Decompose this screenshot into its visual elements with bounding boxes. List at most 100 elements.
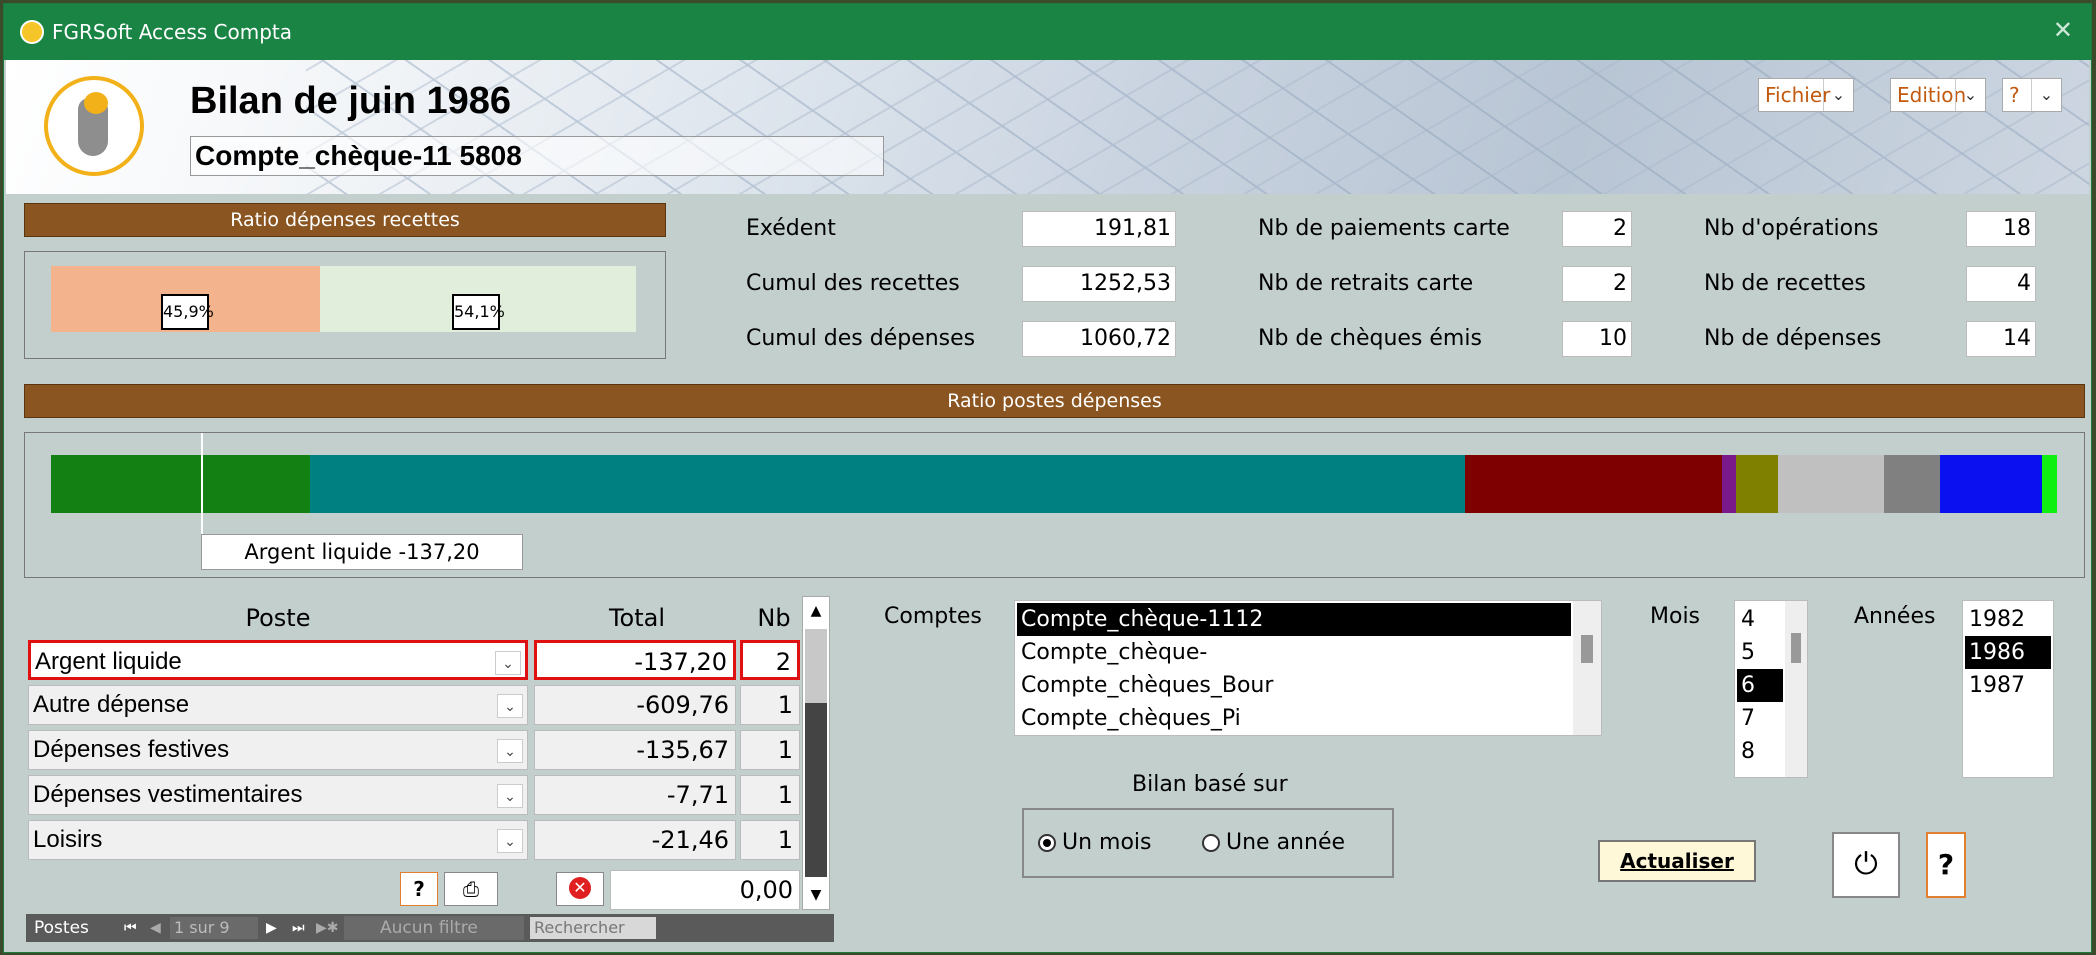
ratio-income-panel: 45,9% 54,1%: [24, 251, 666, 359]
last-record-icon[interactable]: ⏭: [292, 914, 305, 942]
nb-cell: 1: [740, 775, 800, 815]
list-item[interactable]: 1987: [1965, 669, 2051, 702]
card-withdraw-label: Nb de retraits carte: [1258, 271, 1474, 296]
report-header: Bilan de juin 1986 Compte_chèque-11 5808…: [6, 60, 2089, 194]
radio-icon[interactable]: [1202, 834, 1220, 852]
ratio-segment[interactable]: [310, 455, 1465, 513]
close-icon[interactable]: ✕: [2053, 16, 2073, 44]
ratio-segment[interactable]: [1940, 455, 2042, 513]
ratio-segment[interactable]: [1465, 455, 1722, 513]
grid-footer-total: 0,00: [610, 870, 800, 910]
prev-record-icon[interactable]: ◀: [150, 914, 161, 942]
poste-name: Dépenses festives: [33, 736, 230, 763]
card-withdraw-value: 2: [1562, 266, 1632, 302]
ratio-expenses-pct: 45,9%: [161, 294, 214, 330]
filter-indicator[interactable]: Aucun filtre: [344, 916, 524, 940]
search-input[interactable]: Rechercher: [530, 917, 656, 939]
depenses-value: 1060,72: [1022, 321, 1176, 357]
list-item[interactable]: 5: [1737, 636, 1783, 669]
power-icon[interactable]: ⏻: [1832, 832, 1900, 898]
menu-edit[interactable]: Edition ⌄: [1890, 78, 1986, 112]
chevron-down-icon[interactable]: ⌄: [2031, 79, 2061, 111]
nb-cell: 1: [740, 730, 800, 770]
ratio-segment[interactable]: [51, 455, 310, 513]
poste-combo[interactable]: Dépenses vestimentaires ⌄: [28, 775, 528, 815]
list-item[interactable]: 6: [1737, 669, 1783, 702]
clear-filter-icon[interactable]: ✕: [556, 872, 604, 906]
col-header-poste: Poste: [245, 604, 311, 632]
option-year-label: Une année: [1226, 830, 1346, 855]
recettes-label: Cumul des recettes: [746, 271, 960, 296]
menu-file[interactable]: Fichier ⌄: [1758, 78, 1854, 112]
grid-scrollbar[interactable]: ▲ ▼: [802, 596, 830, 910]
poste-combo[interactable]: Autre dépense ⌄: [28, 685, 528, 725]
poste-combo[interactable]: Dépenses festives ⌄: [28, 730, 528, 770]
print-icon[interactable]: ⎙: [444, 872, 498, 906]
window-title: FGRSoft Access Compta: [52, 20, 293, 44]
col-header-nb: Nb: [757, 604, 791, 632]
list-item[interactable]: Compte_chèque-: [1017, 636, 1571, 669]
option-month[interactable]: Un mois: [1038, 830, 1152, 855]
card-pay-label: Nb de paiements carte: [1258, 216, 1510, 241]
ratio-segment[interactable]: [1736, 455, 1778, 513]
comptes-list[interactable]: Compte_chèque-1112 Compte_chèque- Compte_…: [1014, 600, 1602, 736]
ops-value: 18: [1966, 211, 2036, 247]
ratio-segment[interactable]: [1778, 455, 1884, 513]
scroll-up-icon[interactable]: ▲: [803, 597, 829, 625]
account-title: Compte_chèque-11 5808: [190, 136, 884, 176]
menu-help[interactable]: ? ⌄: [2002, 78, 2062, 112]
help-main-button[interactable]: ?: [1926, 832, 1966, 898]
help-button[interactable]: ?: [400, 872, 438, 906]
list-item[interactable]: 4: [1737, 603, 1783, 636]
next-record-icon[interactable]: ▶: [266, 914, 277, 942]
list-item[interactable]: Compte_chèques_Pi: [1017, 702, 1571, 735]
list-item[interactable]: 7: [1737, 702, 1783, 735]
bilan-label: Bilan basé sur: [1132, 772, 1288, 797]
ratio-segment[interactable]: [1722, 455, 1736, 513]
nav-label: Postes: [34, 918, 89, 938]
ratio-segment[interactable]: [2042, 455, 2057, 513]
mois-label: Mois: [1650, 604, 1701, 629]
app-logo: [44, 76, 144, 176]
ratio-expenses-bar: 45,9%: [51, 266, 320, 332]
refresh-button[interactable]: Actualiser: [1598, 840, 1756, 882]
list-item[interactable]: Compte_chèques_Bour: [1017, 669, 1571, 702]
annees-label: Années: [1854, 604, 1936, 629]
first-record-icon[interactable]: ⏮: [124, 914, 137, 942]
chevron-down-icon[interactable]: ⌄: [497, 784, 523, 808]
mois-list[interactable]: 45678: [1734, 600, 1808, 778]
ratio-posts-header: Ratio postes dépenses: [24, 384, 2085, 418]
list-item[interactable]: 8: [1737, 735, 1783, 768]
chevron-down-icon[interactable]: ⌄: [497, 694, 523, 718]
nb-depenses-value: 14: [1966, 321, 2036, 357]
list-item[interactable]: 1986: [1965, 636, 2051, 669]
recettes-value: 1252,53: [1022, 266, 1176, 302]
nb-cell: 2: [740, 640, 800, 680]
radio-icon[interactable]: [1038, 834, 1056, 852]
option-year[interactable]: Une année: [1202, 830, 1345, 855]
scroll-down-icon[interactable]: ▼: [803, 881, 829, 909]
record-navigator: Postes ⏮ ◀ 1 sur 9 ▶ ⏭ ▶✱ Aucun filtre R…: [26, 914, 834, 942]
bilan-options: Un mois Une année: [1022, 808, 1394, 878]
list-item[interactable]: Compte_chèque-1112: [1017, 603, 1571, 636]
poste-name: Loisirs: [33, 826, 103, 853]
poste-combo[interactable]: Argent liquide ⌄: [28, 640, 528, 680]
nb-cell: 1: [740, 685, 800, 725]
app-window: FGRSoft Access Compta ✕ Bilan de juin 19…: [3, 3, 2092, 953]
cheques-label: Nb de chèques émis: [1258, 326, 1482, 351]
scroll-thumb[interactable]: [805, 629, 827, 703]
list-item[interactable]: 1982: [1965, 603, 2051, 636]
poste-name: Autre dépense: [33, 691, 190, 718]
new-record-icon[interactable]: ▶✱: [316, 914, 339, 942]
chevron-down-icon[interactable]: ⌄: [497, 829, 523, 853]
chevron-down-icon[interactable]: ⌄: [1823, 79, 1853, 111]
chevron-down-icon[interactable]: ⌄: [1955, 79, 1985, 111]
poste-combo[interactable]: Loisirs ⌄: [28, 820, 528, 860]
postes-grid: Poste Total Nb Argent liquide ⌄ -137,20 2 Au…: [26, 596, 834, 942]
ratio-segment[interactable]: [1884, 455, 1940, 513]
annees-list[interactable]: 1982 1986 1987: [1962, 600, 2054, 778]
record-counter[interactable]: 1 sur 9: [170, 917, 258, 939]
total-cell: -7,71: [534, 775, 736, 815]
chevron-down-icon[interactable]: ⌄: [495, 651, 521, 675]
chevron-down-icon[interactable]: ⌄: [497, 739, 523, 763]
